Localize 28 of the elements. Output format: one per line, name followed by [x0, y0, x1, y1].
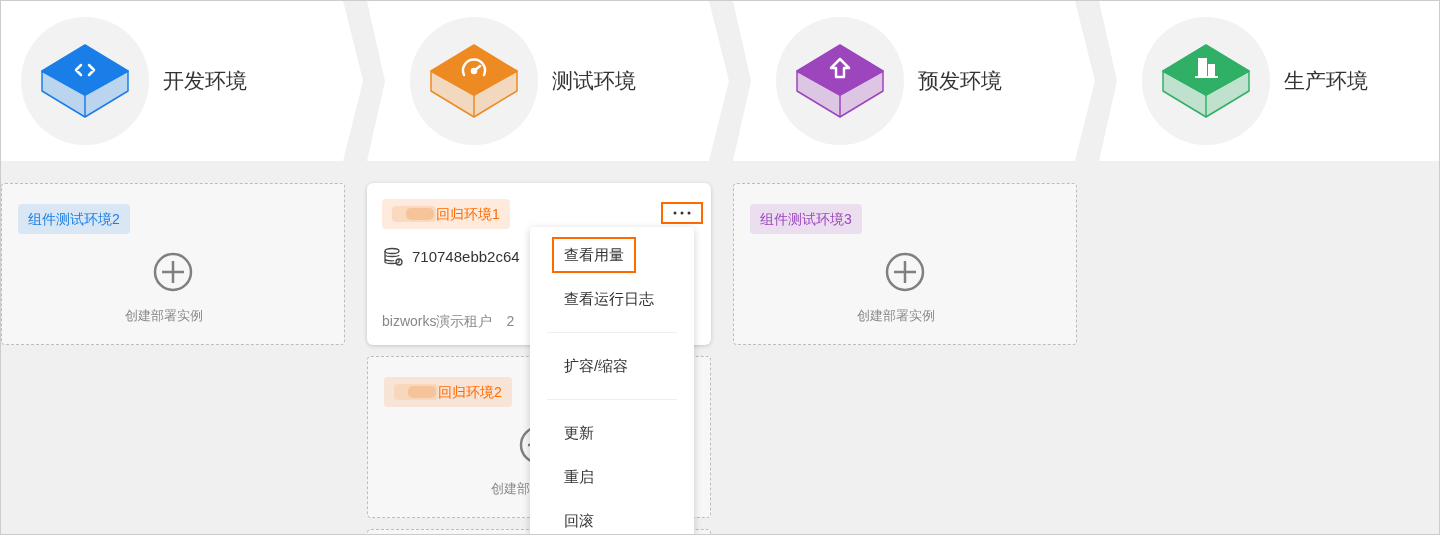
menu-item[interactable]: 更新: [552, 414, 606, 452]
box-icon: [429, 43, 519, 119]
menu-item[interactable]: 查看用量: [552, 236, 636, 274]
menu-item[interactable]: 重启: [552, 458, 606, 496]
created-date: 2: [506, 311, 515, 331]
box-icon: [795, 43, 885, 119]
more-icon: [673, 211, 691, 215]
add-icon[interactable]: [153, 252, 193, 292]
instance-id: 710748ebb2c64: [412, 247, 520, 267]
environment-tag: 组件测试环境2: [18, 204, 130, 234]
stage-title: 开发环境: [163, 68, 247, 95]
environment-tag: 组件测试环境3: [750, 204, 862, 234]
menu-item[interactable]: 扩容/缩容: [552, 347, 641, 385]
box-icon: [1161, 43, 1251, 119]
database-icon: [384, 247, 404, 268]
box-icon: [40, 43, 130, 119]
redaction-mark: [392, 204, 436, 224]
add-icon[interactable]: [885, 252, 925, 292]
more-button[interactable]: [661, 202, 703, 224]
menu-item[interactable]: 查看运行日志: [552, 280, 666, 318]
stage-title: 预发环境: [918, 68, 1002, 95]
environment-tag: 回归环境2: [384, 377, 512, 407]
stage-title: 生产环境: [1284, 68, 1368, 95]
redaction-mark: [394, 382, 438, 402]
stage-title: 测试环境: [552, 68, 636, 95]
environment-tag: 回归环境1: [382, 199, 510, 229]
menu-item[interactable]: 回滚: [552, 502, 606, 534]
tenant-name: bizworks演示租户: [382, 311, 493, 331]
